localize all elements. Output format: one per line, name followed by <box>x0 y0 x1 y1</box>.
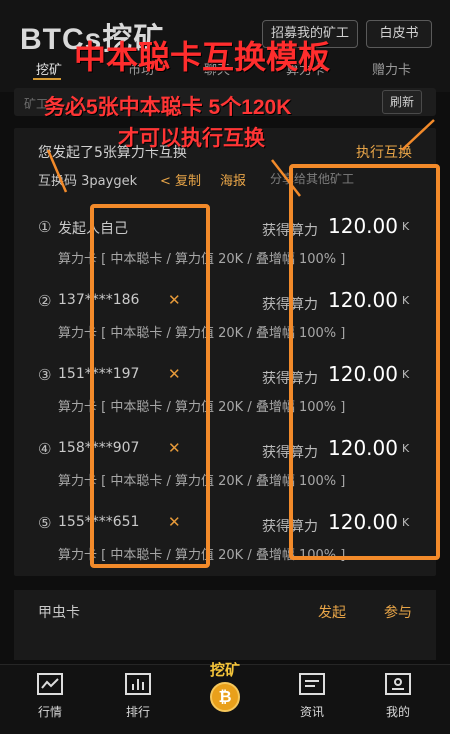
arrow-left <box>46 149 68 193</box>
annotation-arrows <box>46 119 435 197</box>
arrow-right <box>271 159 301 197</box>
arrow-execute <box>401 119 435 151</box>
